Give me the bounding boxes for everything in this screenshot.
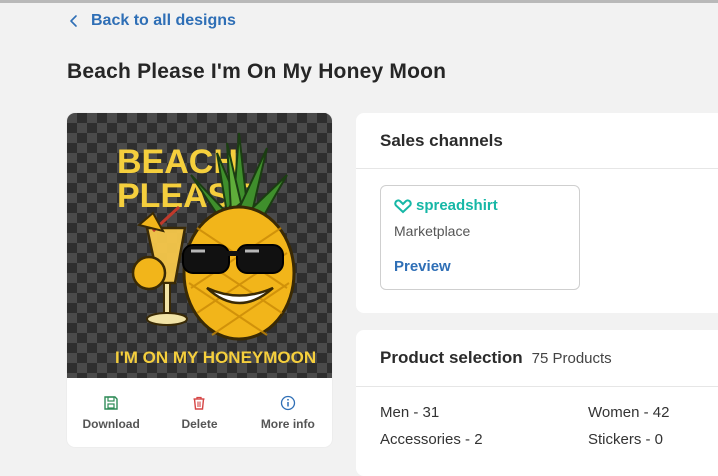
design-actions: Download Delete More info bbox=[67, 378, 332, 447]
sales-channels-panel: Sales channels spreadshirt Marketplace P… bbox=[356, 113, 718, 313]
sales-channels-title: Sales channels bbox=[356, 113, 718, 169]
spreadshirt-logo: spreadshirt bbox=[394, 197, 498, 214]
product-selection-panel: Product selection 75 Products Men - 31 W… bbox=[356, 330, 718, 476]
more-info-label: More info bbox=[260, 416, 315, 431]
spreadshirt-channel-card[interactable]: spreadshirt Marketplace Preview bbox=[380, 185, 580, 290]
back-to-designs-link[interactable]: Back to all designs bbox=[67, 12, 236, 30]
delete-button[interactable]: Delete bbox=[159, 395, 239, 431]
channel-type: Marketplace bbox=[394, 223, 471, 239]
category-women: Women - 42 bbox=[588, 404, 670, 421]
delete-label: Delete bbox=[181, 416, 218, 431]
design-card: BEACH PLEASE I'M ON MY HONEYMOON Downloa… bbox=[67, 113, 332, 447]
more-info-button[interactable]: More info bbox=[248, 395, 328, 431]
download-label: Download bbox=[82, 416, 140, 431]
artwork-text-honeymoon: I'M ON MY HONEYMOON bbox=[115, 348, 316, 367]
top-divider bbox=[0, 0, 718, 3]
category-men: Men - 31 bbox=[380, 404, 440, 421]
page-title: Beach Please I'm On My Honey Moon bbox=[67, 60, 447, 83]
category-stickers: Stickers - 0 bbox=[588, 431, 664, 448]
category-accessories: Accessories - 2 bbox=[380, 431, 483, 448]
save-disk-icon bbox=[104, 395, 118, 410]
pineapple-artwork: BEACH PLEASE I'M ON MY HONEYMOON bbox=[115, 132, 316, 367]
info-icon bbox=[280, 395, 295, 410]
chevron-left-icon bbox=[70, 15, 77, 27]
back-link-label: Back to all designs bbox=[91, 12, 236, 29]
heart-logo-icon bbox=[394, 198, 412, 213]
product-count: 75 Products bbox=[531, 349, 612, 367]
design-artwork[interactable]: BEACH PLEASE I'M ON MY HONEYMOON bbox=[67, 113, 332, 378]
product-selection-title: Product selection bbox=[380, 348, 523, 367]
download-button[interactable]: Download bbox=[71, 395, 151, 431]
trash-icon bbox=[193, 396, 205, 410]
brand-name: spreadshirt bbox=[416, 197, 498, 214]
preview-link[interactable]: Preview bbox=[394, 258, 451, 275]
product-selection-header: Product selection 75 Products bbox=[356, 330, 718, 387]
